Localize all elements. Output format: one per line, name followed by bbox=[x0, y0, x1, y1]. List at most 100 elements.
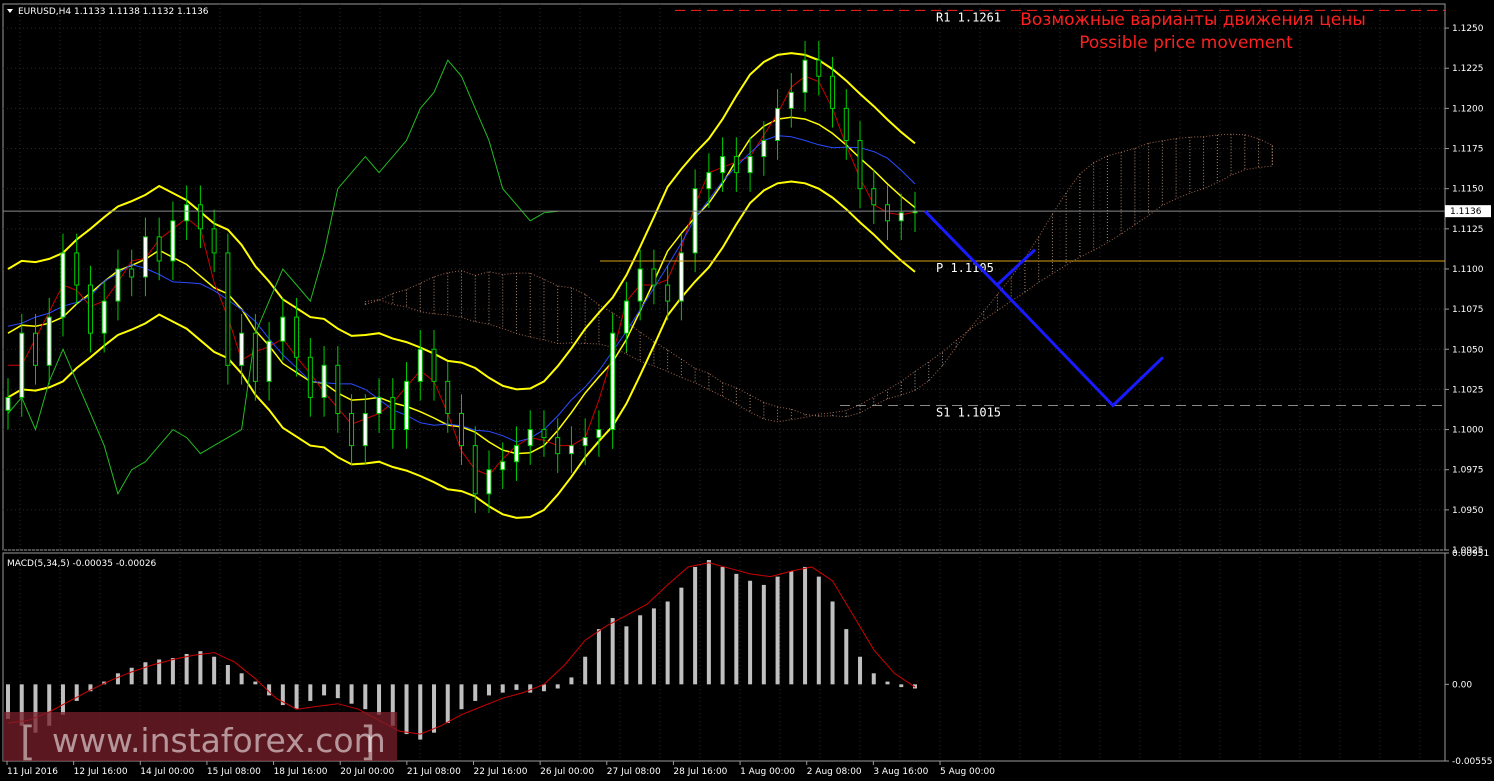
macd-tick-label: 0.00 bbox=[1452, 680, 1472, 690]
macd-bar bbox=[679, 587, 684, 685]
candle-body bbox=[101, 300, 107, 334]
macd-bar bbox=[569, 677, 574, 685]
macd-bar bbox=[143, 662, 148, 685]
time-tick-label: 3 Aug 16:00 bbox=[873, 767, 928, 777]
candle-body bbox=[623, 300, 629, 334]
macd-bar bbox=[445, 684, 450, 724]
candle-body bbox=[87, 284, 93, 334]
time-tick-label: 2 Aug 08:00 bbox=[807, 767, 862, 777]
candle-body bbox=[115, 268, 121, 302]
macd-bar bbox=[115, 673, 120, 685]
candle-body bbox=[459, 413, 464, 447]
macd-bar bbox=[693, 566, 698, 685]
macd-bar bbox=[404, 684, 409, 735]
price-tick-label: 1.1025 bbox=[1452, 385, 1484, 395]
macd-bar bbox=[473, 684, 478, 701]
candle-body bbox=[500, 461, 506, 471]
time-tick-label: 26 Jul 00:00 bbox=[540, 767, 594, 777]
candle-body bbox=[816, 59, 822, 77]
macd-bar bbox=[253, 681, 258, 685]
candle-body bbox=[513, 445, 519, 463]
time-tick-label: 11 Jul 2016 bbox=[7, 767, 58, 777]
candle-body bbox=[197, 204, 203, 230]
candle-body bbox=[417, 348, 423, 382]
macd-bar bbox=[129, 667, 134, 685]
macd-bar bbox=[198, 651, 203, 685]
candle-body bbox=[472, 445, 478, 495]
price-tick-label: 1.1000 bbox=[1452, 426, 1484, 436]
macd-header: MACD(5,34,5) -0.00035 -0.00026 bbox=[7, 559, 157, 569]
candle-body bbox=[830, 75, 836, 109]
candle-body bbox=[5, 396, 11, 411]
candle-body bbox=[843, 107, 849, 141]
main-plot-frame bbox=[2, 3, 1446, 551]
candle-body bbox=[390, 396, 396, 431]
price-axis: 1.1250 1.1225 1.1200 1.1175 1.1150 1.1125 1.11… bbox=[1445, 24, 1492, 767]
candle-body bbox=[280, 316, 286, 342]
candle-body bbox=[582, 437, 588, 447]
macd-bar bbox=[432, 684, 437, 733]
candle-body bbox=[321, 364, 327, 398]
candle-body bbox=[692, 188, 698, 254]
price-tick-label: 1.0975 bbox=[1452, 466, 1484, 476]
macd-bar bbox=[308, 684, 313, 701]
candle-body bbox=[307, 356, 313, 398]
candle-body bbox=[335, 364, 341, 414]
macd-bar bbox=[858, 656, 863, 685]
annotation-en: Possible price movement bbox=[1079, 33, 1293, 53]
level-label-r1: R1 1.1261 bbox=[936, 10, 1001, 24]
candle-body bbox=[871, 188, 877, 206]
macd-bar bbox=[844, 629, 849, 685]
macd-bar bbox=[734, 573, 739, 685]
price-tick-label: 1.1225 bbox=[1452, 64, 1484, 74]
candle-body bbox=[610, 332, 616, 431]
time-tick-label: 21 Jul 08:00 bbox=[407, 767, 461, 777]
macd-bar bbox=[651, 608, 656, 685]
level-label-s1: S1 1.1015 bbox=[936, 405, 1001, 419]
price-tick-label: 1.1125 bbox=[1452, 225, 1484, 235]
candle-body bbox=[156, 236, 162, 262]
price-tick-label: 1.1100 bbox=[1452, 265, 1484, 275]
macd-bar bbox=[377, 684, 382, 715]
time-tick-label: 18 Jul 16:00 bbox=[274, 767, 328, 777]
macd-bar bbox=[418, 684, 423, 740]
macd-bar bbox=[60, 684, 65, 715]
candle-body bbox=[170, 220, 176, 262]
macd-bar bbox=[638, 615, 643, 685]
candle-body bbox=[885, 204, 891, 222]
watermark-close-bracket: ] bbox=[360, 719, 376, 765]
macd-bar bbox=[871, 673, 876, 685]
candle-body bbox=[665, 284, 671, 302]
symbol-header: EURUSD,H4 1.1133 1.1138 1.1132 1.1136 bbox=[18, 7, 209, 17]
candle-body bbox=[596, 429, 602, 439]
time-tick-label: 28 Jul 16:00 bbox=[673, 767, 727, 777]
time-tick-label: 5 Aug 00:00 bbox=[940, 767, 995, 777]
time-tick-label: 15 Jul 08:00 bbox=[207, 767, 261, 777]
macd-bar bbox=[885, 681, 890, 685]
time-tick-label: 27 Jul 08:00 bbox=[607, 767, 661, 777]
candle-body bbox=[239, 332, 245, 366]
candle-body bbox=[266, 340, 272, 382]
macd-bar bbox=[322, 684, 327, 696]
price-tick-label: 1.1075 bbox=[1452, 305, 1484, 315]
annotation-ru: Возможные варианты движения цены bbox=[1020, 10, 1366, 30]
macd-bar bbox=[803, 566, 808, 685]
candle-body bbox=[486, 469, 492, 495]
candle-body bbox=[733, 156, 739, 174]
macd-bar bbox=[830, 601, 835, 685]
macd-bar bbox=[624, 626, 629, 685]
macd-bar bbox=[761, 584, 766, 685]
macd-bar bbox=[225, 665, 230, 685]
current-price-label: 1.1136 bbox=[1450, 207, 1482, 217]
candle-body bbox=[857, 140, 863, 190]
macd-tick-label: -0.00555 bbox=[1452, 757, 1492, 767]
macd-bar bbox=[610, 618, 615, 685]
macd-bar bbox=[349, 684, 354, 704]
candle-body bbox=[445, 380, 451, 414]
macd-bar bbox=[170, 658, 175, 685]
macd-bar bbox=[459, 684, 464, 710]
candle-body bbox=[376, 396, 382, 414]
candle-body bbox=[60, 252, 66, 318]
price-tick-label: 1.0950 bbox=[1452, 506, 1484, 516]
candle-body bbox=[761, 140, 767, 158]
